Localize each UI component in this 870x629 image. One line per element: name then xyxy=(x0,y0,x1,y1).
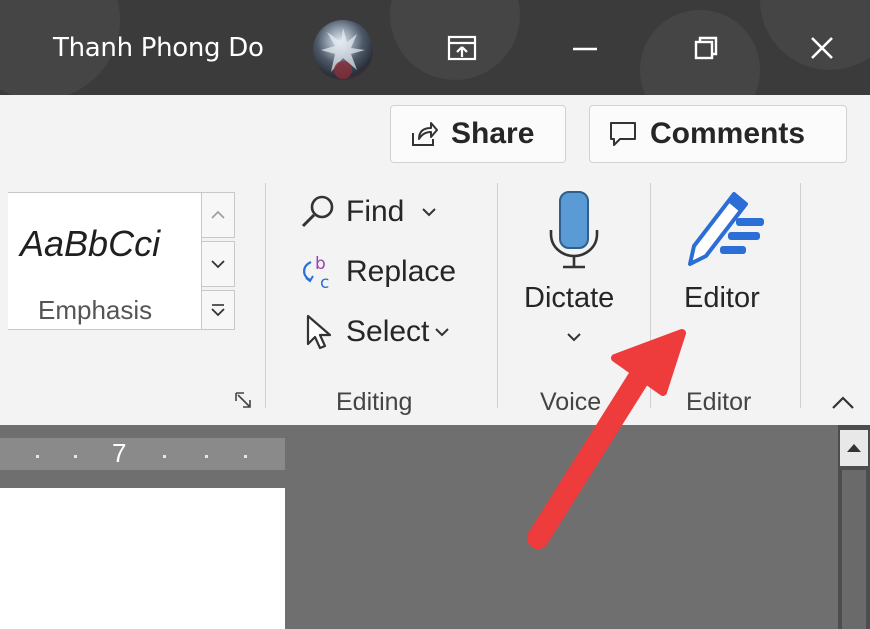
voice-group-label: Voice xyxy=(540,388,602,416)
triangle-up-icon xyxy=(847,444,861,452)
ruler-number: 7 xyxy=(112,438,127,468)
document-page[interactable] xyxy=(0,488,285,629)
microphone-icon xyxy=(549,191,599,269)
ruler-tick xyxy=(74,455,77,458)
comments-button[interactable]: Comments xyxy=(589,105,847,163)
title-bar: Thanh Phong Do xyxy=(0,0,870,95)
ribbon-display-icon xyxy=(447,35,477,61)
scrollbar-thumb[interactable] xyxy=(842,470,866,629)
minimize-button[interactable] xyxy=(555,22,615,74)
editor-button[interactable]: Editor xyxy=(668,190,788,340)
share-label: Share xyxy=(451,117,535,150)
dialog-launcher-icon xyxy=(235,392,251,408)
svg-text:b: b xyxy=(315,254,326,274)
cursor-icon xyxy=(296,310,340,354)
chevron-down-icon xyxy=(211,260,225,269)
style-name: Emphasis xyxy=(38,295,153,325)
search-icon xyxy=(296,190,340,234)
replace-icon: b c xyxy=(296,250,340,294)
group-separator xyxy=(497,183,498,408)
ruler-tick xyxy=(244,455,247,458)
more-icon xyxy=(211,304,225,317)
style-emphasis[interactable]: AaBbCci Emphasis xyxy=(18,203,184,325)
replace-button[interactable]: b c Replace xyxy=(296,247,456,297)
find-button[interactable]: Find xyxy=(296,187,437,237)
comment-icon xyxy=(610,122,636,146)
styles-scroll-down-button[interactable] xyxy=(201,241,235,287)
ruler-tick xyxy=(205,455,208,458)
ruler-tick xyxy=(163,455,166,458)
chevron-down-icon xyxy=(435,328,450,337)
editor-label: Editor xyxy=(684,282,760,314)
dictate-button[interactable]: Dictate xyxy=(515,190,633,370)
collapse-ribbon-button[interactable] xyxy=(830,395,856,415)
styles-scroll-up-button[interactable] xyxy=(201,192,235,238)
editing-group-label: Editing xyxy=(336,388,413,416)
share-button[interactable]: Share xyxy=(390,105,566,163)
ribbon: Share Comments AaBbCci Emphasis Find b c… xyxy=(0,95,870,425)
replace-label: Replace xyxy=(346,255,457,288)
editor-pen-icon xyxy=(688,192,764,266)
find-label: Find xyxy=(346,195,405,228)
chevron-down-icon xyxy=(422,208,437,217)
select-button[interactable]: Select xyxy=(296,307,450,357)
restore-button[interactable] xyxy=(676,22,736,74)
chevron-up-icon xyxy=(211,210,225,219)
scroll-up-button[interactable] xyxy=(840,430,868,466)
select-label: Select xyxy=(346,315,430,348)
close-button[interactable] xyxy=(792,22,852,74)
ruler-tick xyxy=(36,455,39,458)
chevron-up-icon xyxy=(832,396,854,409)
account-name[interactable]: Thanh Phong Do xyxy=(53,33,264,63)
share-icon xyxy=(412,122,438,146)
editor-group-label: Editor xyxy=(686,388,752,416)
group-separator xyxy=(650,183,651,408)
styles-more-button[interactable] xyxy=(201,290,235,330)
close-icon xyxy=(811,37,833,59)
group-separator xyxy=(800,183,801,408)
ribbon-display-options-button[interactable] xyxy=(432,22,492,74)
horizontal-ruler[interactable] xyxy=(0,438,285,470)
styles-dialog-launcher[interactable] xyxy=(234,391,254,415)
dictate-label: Dictate xyxy=(524,282,615,314)
svg-text:c: c xyxy=(320,273,329,292)
style-sample-text: AaBbCci xyxy=(20,223,161,264)
minimize-icon xyxy=(573,47,597,51)
avatar[interactable] xyxy=(313,20,373,80)
comments-label: Comments xyxy=(650,117,806,150)
restore-icon xyxy=(694,36,718,60)
group-separator xyxy=(265,183,266,408)
chevron-down-icon xyxy=(567,333,581,342)
